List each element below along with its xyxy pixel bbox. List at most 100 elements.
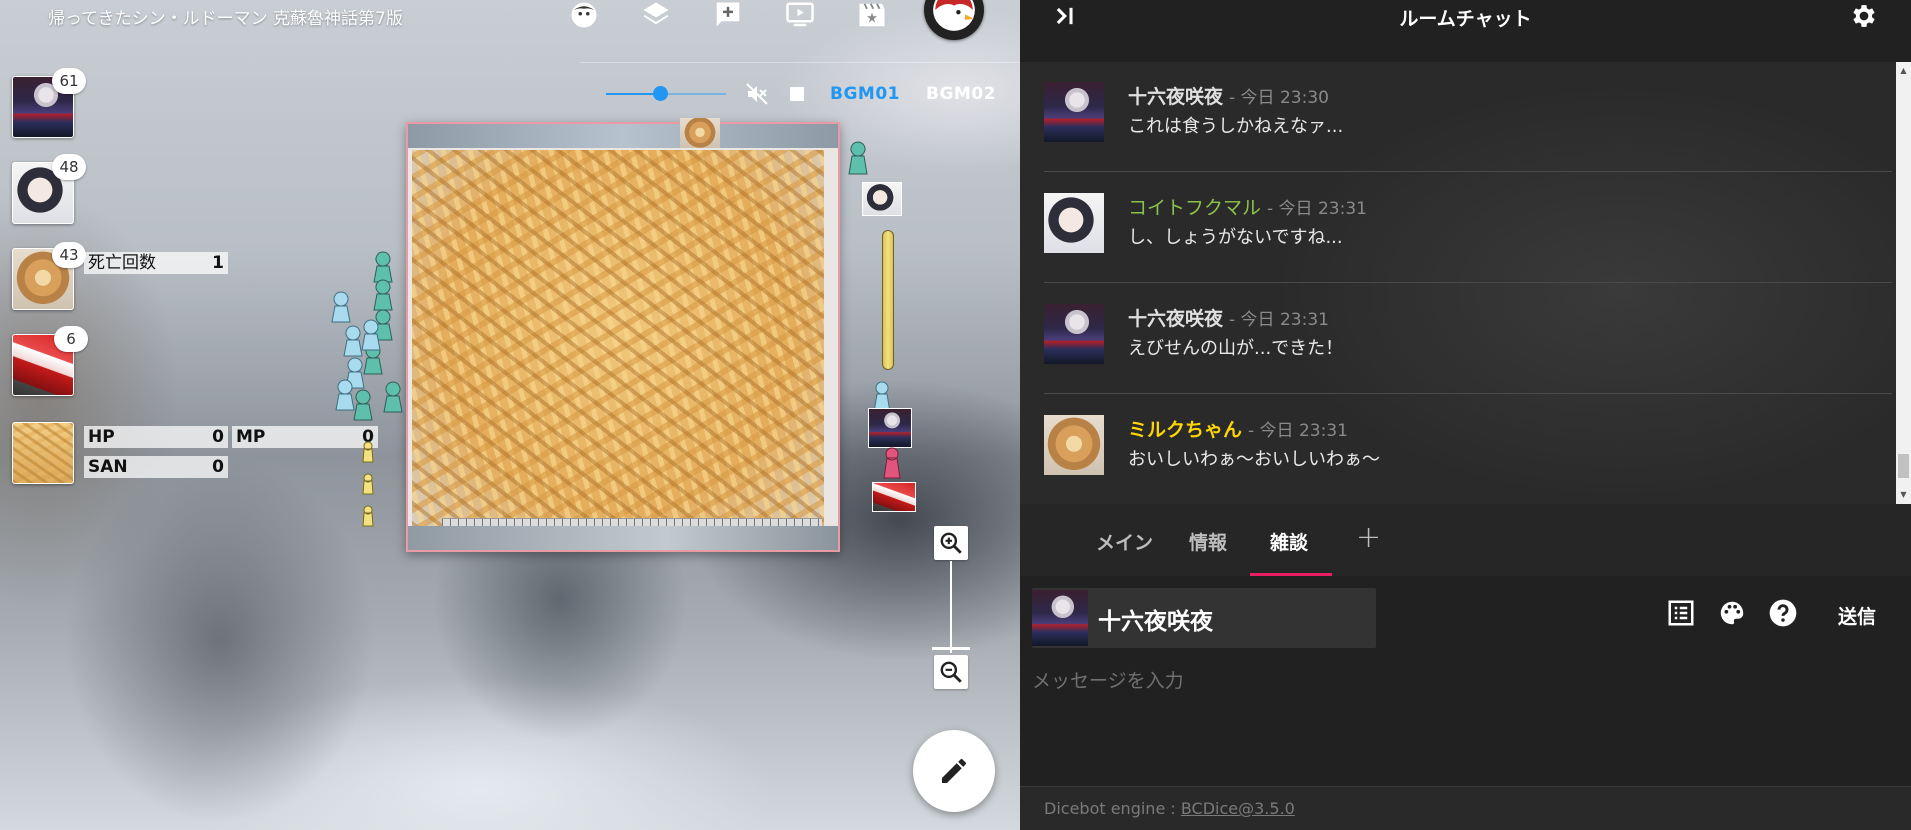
zoom-out-button[interactable] <box>934 655 968 689</box>
zoom-in-button[interactable] <box>934 526 968 560</box>
user-avatar[interactable] <box>924 0 984 40</box>
message-list[interactable]: 十六夜咲夜 - 今日 23:30 これは食うしかねえなァ... コイトフクマル - … <box>1020 62 1911 504</box>
message-time: - 今日 23:31 <box>1267 199 1367 219</box>
piece-ebisen[interactable] <box>872 482 916 512</box>
initiative-badge: 61 <box>52 68 86 94</box>
param-value: 1 <box>212 253 224 273</box>
param-death-count: 死亡回数 1 <box>84 252 228 274</box>
piece-sakuya[interactable] <box>868 408 912 448</box>
message-sender: 十六夜咲夜 - 今日 23:30 <box>1128 82 1329 109</box>
scrollbar-thumb[interactable] <box>1898 454 1909 478</box>
initiative-badge: 43 <box>52 242 86 268</box>
param-hp: HP 0 <box>84 426 228 448</box>
message-avatar <box>1044 82 1104 142</box>
message-sender: コイトフクマル - 今日 23:31 <box>1128 193 1367 220</box>
message-time: - 今日 23:31 <box>1248 421 1348 441</box>
tab-chitchat[interactable]: 雑談 <box>1270 528 1308 555</box>
bgm-tab-01[interactable]: BGM01 <box>830 84 900 104</box>
zoom-slider-thumb[interactable] <box>932 647 970 650</box>
chat-header: ルームチャット <box>1020 0 1911 62</box>
map-border <box>408 526 838 550</box>
tab-info[interactable]: 情報 <box>1189 528 1227 555</box>
param-value: 0 <box>212 427 224 447</box>
chat-message: コイトフクマル - 今日 23:31 し、しょうがないですね... <box>1044 173 1892 283</box>
chat-panel: ルームチャット 十六夜咲夜 - 今日 23:30 これは食うしかねえなァ... コ… <box>1020 0 1911 830</box>
sender-name: ミルクちゃん <box>1128 419 1243 441</box>
pencil-icon <box>942 759 966 783</box>
add-comment-icon[interactable] <box>710 0 746 30</box>
tab-main[interactable]: メイン <box>1096 528 1153 555</box>
message-time: - 今日 23:30 <box>1229 88 1329 108</box>
speaker-selector[interactable]: 十六夜咲夜 <box>1032 588 1376 648</box>
param-label: 死亡回数 <box>88 253 156 273</box>
pawn-cluster[interactable] <box>325 240 405 430</box>
list-icon[interactable] <box>1664 596 1698 630</box>
settings-gear-icon[interactable] <box>1848 0 1880 32</box>
room-title: 帰ってきたシン・ルドーマン 克蘇魯神話第7版 <box>48 9 403 29</box>
message-time: - 今日 23:31 <box>1229 310 1329 330</box>
help-icon[interactable] <box>1766 596 1800 630</box>
map-image-card[interactable] <box>406 122 840 552</box>
volume-slider-thumb[interactable] <box>653 86 668 101</box>
volume-slider-fill <box>606 93 660 95</box>
message-scrollbar[interactable] <box>1896 62 1911 504</box>
chat-message: 十六夜咲夜 - 今日 23:31 えびせんの山が...できた！ <box>1044 284 1892 394</box>
param-label: SAN <box>88 457 128 477</box>
add-tab-icon[interactable]: + <box>1356 520 1381 555</box>
message-text: し、しょうがないですね... <box>1128 227 1343 248</box>
piece-koito[interactable] <box>862 182 902 216</box>
dicebot-info: Dicebot engine : BCDice@3.5.0 <box>1044 799 1295 818</box>
param-label: MP <box>236 427 266 447</box>
pawn-teal[interactable] <box>846 140 870 180</box>
pawn-pink[interactable] <box>880 446 904 482</box>
scroll-down-arrow-icon[interactable]: ▼ <box>1899 490 1908 499</box>
message-text: えびせんの山が...できた！ <box>1128 338 1344 359</box>
message-composer: 十六夜咲夜 送信 <box>1020 576 1911 786</box>
piece-milk[interactable] <box>680 118 720 148</box>
face-icon[interactable] <box>566 0 602 30</box>
volume-off-icon[interactable] <box>744 82 770 106</box>
message-sender: 十六夜咲夜 - 今日 23:31 <box>1128 304 1329 331</box>
top-toolbar: 帰ってきたシン・ルドーマン 克蘇魯神話第7版 <box>0 0 1020 40</box>
message-avatar <box>1044 304 1104 364</box>
message-text: おいしいわぁ～おいしいわぁ～ <box>1128 449 1380 470</box>
initiative-badge: 6 <box>54 326 88 352</box>
dicebot-version-link[interactable]: BCDice@3.5.0 <box>1181 799 1295 818</box>
edit-fab-button[interactable] <box>913 730 995 812</box>
chat-message: ミルクちゃん - 今日 23:31 おいしいわぁ～おいしいわぁ～ <box>1044 395 1892 504</box>
bgm-controls: BGM01 BGM02 <box>600 80 1010 108</box>
table-board[interactable]: 帰ってきたシン・ルドーマン 克蘇魯神話第7版 BGM01 BGM02 61 48… <box>0 0 1020 830</box>
sender-name: 十六夜咲夜 <box>1128 86 1224 108</box>
param-label: HP <box>88 427 115 447</box>
character-portrait-ebisen-pile[interactable] <box>12 422 74 484</box>
chat-message: 十六夜咲夜 - 今日 23:30 これは食うしかねえなァ... <box>1044 62 1892 172</box>
token-bar[interactable] <box>882 230 894 370</box>
zoom-out-icon <box>940 661 962 683</box>
bgm-tab-02[interactable]: BGM02 <box>926 84 996 104</box>
sender-name: コイトフクマル <box>1128 197 1262 219</box>
pawn-yellow-group[interactable] <box>358 440 378 540</box>
map-border <box>408 124 838 148</box>
clapperboard-icon[interactable] <box>854 0 890 30</box>
zoom-slider-track[interactable] <box>950 561 952 653</box>
message-text: これは食うしかねえなァ... <box>1128 116 1344 137</box>
param-value: 0 <box>212 457 224 477</box>
chat-title: ルームチャット <box>1399 8 1532 30</box>
sender-name: 十六夜咲夜 <box>1128 308 1224 330</box>
tv-icon[interactable] <box>782 0 818 30</box>
divider <box>580 62 1020 63</box>
stop-icon[interactable] <box>790 87 804 101</box>
palette-icon[interactable] <box>1715 596 1749 630</box>
layers-icon[interactable] <box>638 0 674 30</box>
speaker-avatar <box>1032 590 1088 646</box>
scroll-up-arrow-icon[interactable]: ▲ <box>1899 66 1908 75</box>
initiative-badge: 48 <box>52 154 86 180</box>
zoom-in-icon <box>940 532 962 554</box>
send-button[interactable]: 送信 <box>1838 602 1876 629</box>
speaker-name: 十六夜咲夜 <box>1098 609 1213 635</box>
message-avatar <box>1044 415 1104 475</box>
message-input[interactable] <box>1032 666 1892 696</box>
ebisen-pile-image <box>412 150 824 546</box>
message-avatar <box>1044 193 1104 253</box>
chat-footer: Dicebot engine : BCDice@3.5.0 <box>1020 786 1911 830</box>
